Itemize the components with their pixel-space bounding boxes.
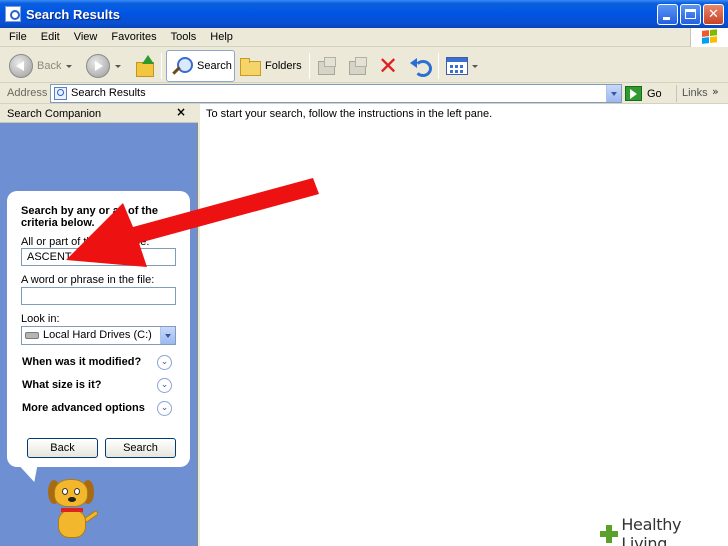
copy-to-button[interactable] (347, 51, 369, 81)
close-icon: ✕ (708, 7, 719, 22)
chevron-down-icon[interactable]: ⌄ (157, 355, 172, 370)
watermark-text: Healthy Living (621, 514, 682, 546)
menu-view[interactable]: View (67, 31, 105, 43)
file-name-label: All or part of the file name: (21, 236, 150, 248)
forward-dropdown-icon[interactable] (115, 64, 121, 68)
results-area: To start your search, follow the instruc… (200, 104, 728, 546)
window-title: Search Results (26, 6, 120, 22)
hard-drive-icon (25, 332, 39, 339)
chevron-down-icon[interactable]: ⌄ (157, 401, 172, 416)
views-icon (446, 57, 468, 75)
search-results-icon (54, 87, 67, 100)
address-separator (676, 85, 677, 102)
forward-arrow-icon (86, 54, 110, 78)
go-label: Go (647, 87, 662, 100)
minimize-button[interactable] (657, 4, 678, 25)
folders-label: Folders (265, 60, 302, 72)
health-cross-icon (599, 524, 619, 544)
search-icon (171, 55, 193, 77)
menu-tools[interactable]: Tools (164, 31, 204, 43)
search-window-icon (5, 6, 21, 22)
windows-logo (690, 28, 728, 47)
toolbar-separator (161, 53, 162, 79)
size-label: What size is it? (22, 379, 102, 391)
look-in-value: Local Hard Drives (C:) (43, 329, 152, 341)
search-button[interactable]: Search (166, 50, 235, 82)
delete-icon: ✕ (378, 52, 399, 80)
advanced-label: More advanced options (22, 402, 145, 414)
folder-icon (239, 57, 261, 76)
search-dog-icon[interactable] (44, 474, 104, 544)
phrase-label: A word or phrase in the file: (21, 274, 155, 286)
title-bar: Search Results ✕ (0, 0, 728, 28)
window-controls: ✕ (657, 4, 724, 25)
address-dropdown-icon[interactable] (606, 85, 621, 102)
look-in-label: Look in: (21, 313, 60, 325)
search-label: Search (197, 60, 232, 72)
address-label: Address (7, 87, 48, 99)
chevron-down-icon[interactable]: ⌄ (157, 378, 172, 393)
search-heading: Search by any or all of the criteria bel… (21, 205, 158, 229)
back-dropdown-icon[interactable] (66, 64, 73, 68)
menu-help[interactable]: Help (203, 31, 240, 43)
views-button[interactable] (446, 51, 478, 81)
up-folder-icon (134, 55, 156, 77)
look-in-dropdown-icon[interactable] (160, 327, 175, 344)
address-bar: Address Search Results Go Links » (0, 83, 728, 104)
go-button[interactable]: Go (625, 85, 662, 102)
modified-label: When was it modified? (22, 356, 142, 368)
pane-header: Search Companion × (0, 104, 198, 123)
back-label: Back (37, 60, 62, 72)
copy-to-icon (347, 56, 369, 76)
toolbar-separator (309, 53, 310, 79)
move-to-icon (316, 56, 338, 76)
undo-icon (409, 56, 432, 77)
links-chevron-icon[interactable]: » (712, 85, 719, 98)
address-combo[interactable]: Search Results (50, 84, 622, 103)
results-instructions: To start your search, follow the instruc… (206, 108, 493, 120)
undo-button[interactable] (409, 51, 432, 81)
file-name-input[interactable]: ASCENT (21, 248, 176, 266)
pane-search-button[interactable]: Search (105, 438, 176, 458)
close-button[interactable]: ✕ (703, 4, 724, 25)
pane-close-icon[interactable]: × (176, 105, 186, 119)
menu-bar: File Edit View Favorites Tools Help (0, 28, 728, 47)
phrase-input[interactable] (21, 287, 176, 305)
menu-file[interactable]: File (0, 31, 34, 43)
links-button[interactable]: Links (682, 87, 708, 99)
toolbar: Back Search Folders ✕ (0, 48, 728, 83)
address-value: Search Results (71, 87, 146, 99)
up-folder-button[interactable] (134, 51, 156, 81)
back-arrow-icon (9, 54, 33, 78)
modified-expander[interactable]: When was it modified? ⌄ (21, 355, 176, 371)
forward-button[interactable] (86, 51, 121, 81)
move-to-button[interactable] (316, 51, 338, 81)
maximize-button[interactable] (680, 4, 701, 25)
pane-title: Search Companion (7, 108, 102, 120)
delete-button[interactable]: ✕ (378, 51, 398, 81)
views-dropdown-icon[interactable] (472, 64, 478, 68)
search-companion-pane: Search Companion × Search by any or all … (0, 104, 198, 546)
size-expander[interactable]: What size is it? ⌄ (21, 378, 176, 394)
advanced-expander[interactable]: More advanced options ⌄ (21, 401, 176, 417)
pane-back-button[interactable]: Back (27, 438, 98, 458)
healthy-living-watermark: Healthy Living (597, 515, 728, 546)
folders-button[interactable]: Folders (239, 51, 302, 81)
minimize-icon (663, 17, 670, 20)
toolbar-separator (438, 53, 439, 79)
menu-favorites[interactable]: Favorites (104, 31, 163, 43)
look-in-select[interactable]: Local Hard Drives (C:) (21, 326, 176, 345)
windows-flag-icon (702, 29, 718, 46)
maximize-icon (685, 9, 696, 19)
menu-edit[interactable]: Edit (34, 31, 67, 43)
go-arrow-icon (625, 86, 642, 101)
back-button[interactable]: Back (9, 51, 73, 81)
